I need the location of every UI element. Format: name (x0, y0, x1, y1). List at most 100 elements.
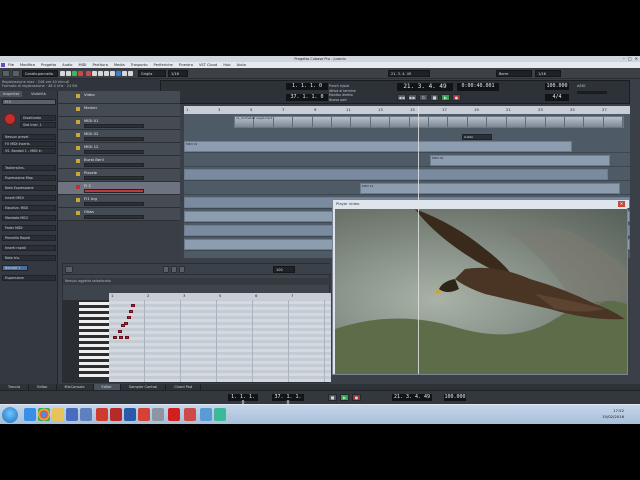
chrome-icon-2[interactable] (138, 408, 150, 421)
timeline-format-select[interactable]: Barre (496, 70, 532, 77)
tool-range[interactable] (92, 71, 97, 76)
folder-icon[interactable] (52, 408, 64, 421)
midi-note[interactable] (129, 310, 133, 313)
midi-part[interactable] (184, 169, 608, 180)
midi-part[interactable]: MIDI 02 (430, 155, 610, 166)
record-button[interactable]: ● (452, 94, 461, 101)
inspector-section-10[interactable]: Espansione (2, 275, 56, 281)
app-icon-4[interactable] (200, 408, 212, 421)
inspector-section-4[interactable]: Equalizz. MIDI (2, 205, 56, 211)
track-controls[interactable] (84, 137, 144, 141)
view-mode-select[interactable]: Condiv.pannello (22, 70, 58, 77)
bottom-position-display[interactable]: 21. 3. 4. 49 (392, 394, 432, 401)
track-row-selected[interactable]: FI 2 (58, 182, 180, 195)
inspector-section-6[interactable]: Fader MIDI (2, 225, 56, 231)
track-controls[interactable] (84, 163, 144, 167)
track-row[interactable]: Ollaa (58, 208, 180, 221)
inspector-section-8[interactable]: Inserti rapidi (2, 245, 56, 251)
track-controls[interactable] (84, 189, 144, 193)
editor-tool-button[interactable] (171, 266, 177, 273)
midi-part[interactable]: MIDI 01 (184, 141, 572, 152)
toolbar-quantize-right[interactable]: 1/16 (535, 70, 561, 77)
media-icon[interactable] (66, 408, 78, 421)
app-icon-3[interactable] (184, 408, 196, 421)
track-controls[interactable] (84, 150, 144, 154)
midi-note[interactable] (119, 336, 123, 339)
app-icon-5[interactable] (214, 408, 226, 421)
app-icon-2[interactable] (152, 408, 164, 421)
bottom-tempo-display[interactable]: 100.000 (444, 394, 466, 401)
piano-key[interactable] (79, 362, 109, 365)
word-icon[interactable] (124, 408, 136, 421)
write-automation-toggle[interactable] (78, 71, 83, 76)
inspector-section-2[interactable]: Nota Espressione (2, 185, 56, 191)
player-close-button[interactable]: ✕ (618, 201, 625, 207)
system-clock[interactable]: 17:52 15/02/2016 (602, 408, 624, 420)
piano-key[interactable] (79, 314, 109, 317)
primary-time-display[interactable]: 0:00:40.001 (457, 83, 499, 91)
track-controls[interactable] (84, 202, 144, 206)
tool-zoom[interactable] (116, 71, 121, 76)
midi-note[interactable] (113, 336, 117, 339)
tab-visibility[interactable]: Visibilità (28, 91, 49, 97)
video-track-strip[interactable] (234, 116, 624, 128)
piano-key[interactable] (79, 302, 109, 305)
activate-project-button[interactable] (2, 70, 10, 77)
signature-display[interactable]: 4/4 (545, 94, 569, 101)
mute-toggle[interactable] (60, 71, 65, 76)
rewind-button[interactable]: ◀◀ (397, 94, 406, 101)
tool-draw[interactable] (128, 71, 133, 76)
inspector-section-3[interactable]: Inserti MIDI (2, 195, 56, 201)
inspector-section-5[interactable]: Mandate MIDI (2, 215, 56, 221)
piano-key[interactable] (79, 320, 109, 323)
midi-note[interactable] (121, 324, 125, 327)
bottom-left-locator[interactable]: 1. 1. 1. 0 (228, 394, 258, 406)
new-part-label[interactable]: Nuovo part (329, 98, 389, 103)
cubase-task-icon[interactable] (80, 408, 92, 421)
key-editor-ruler[interactable]: 1 2 3 5 6 7 (109, 293, 331, 300)
piano-key[interactable] (79, 338, 109, 341)
inspector-sel-track[interactable]: Bandali 1 (2, 265, 28, 271)
tab-inspector[interactable]: Inspector (0, 91, 23, 97)
piano-key[interactable] (79, 326, 109, 329)
track-controls[interactable] (84, 176, 144, 180)
midi-note[interactable] (125, 336, 129, 339)
track-row[interactable]: Burst Berli (58, 156, 180, 169)
solo-toggle[interactable] (66, 71, 71, 76)
inspector-row-4[interactable]: VS. Bandali 1 - MIDI In (2, 148, 56, 154)
inspector-row-0[interactable]: Disattivato (20, 115, 56, 121)
quantize-select[interactable]: 1/16 (168, 70, 188, 77)
inspector-row-2[interactable]: Nessun preset (2, 134, 56, 140)
play-button[interactable]: ▶ (441, 94, 450, 101)
track-row[interactable]: MIDI 01 (58, 117, 180, 130)
tempo-display[interactable]: 100.000 (545, 83, 569, 90)
bottom-play-button[interactable]: ▶ (340, 394, 349, 401)
project-ruler[interactable]: 1 3 5 7 9 11 13 15 17 19 21 23 25 27 (184, 106, 630, 114)
editor-tool-button[interactable] (179, 266, 185, 273)
piano-key[interactable] (79, 368, 109, 371)
tool-mute[interactable] (122, 71, 127, 76)
piano-key[interactable] (79, 350, 109, 353)
start-button-icon[interactable] (2, 407, 18, 423)
piano-keyboard[interactable] (63, 300, 109, 382)
stop-button[interactable]: ■ (430, 94, 439, 101)
snap-mode-select[interactable]: Griglia (138, 70, 166, 77)
inspector-track-name[interactable]: FI 2 (2, 99, 56, 105)
midi-note[interactable] (118, 330, 122, 333)
read-automation-toggle[interactable] (72, 71, 77, 76)
midi-part[interactable]: MIDI 12 (360, 183, 620, 194)
note-grid[interactable] (109, 300, 331, 382)
inspector-section-9[interactable]: Nota tris. (2, 255, 56, 261)
inspector-row-1[interactable]: Slot Instr. 1 (20, 122, 56, 128)
track-row[interactable]: MIDI 02 (58, 130, 180, 143)
editor-range-field[interactable]: 100 (273, 266, 295, 273)
constrain-button[interactable] (12, 70, 20, 77)
track-row[interactable]: Piazzle (58, 169, 180, 182)
youtube-icon[interactable] (168, 408, 180, 421)
acrobat-icon[interactable] (110, 408, 122, 421)
primary-position-display[interactable]: 21. 3. 4. 49 (397, 83, 453, 91)
project-cursor[interactable] (418, 106, 419, 374)
midi-note[interactable] (131, 304, 135, 307)
track-row[interactable]: FI1 Ing (58, 195, 180, 208)
piano-key[interactable] (79, 374, 109, 377)
